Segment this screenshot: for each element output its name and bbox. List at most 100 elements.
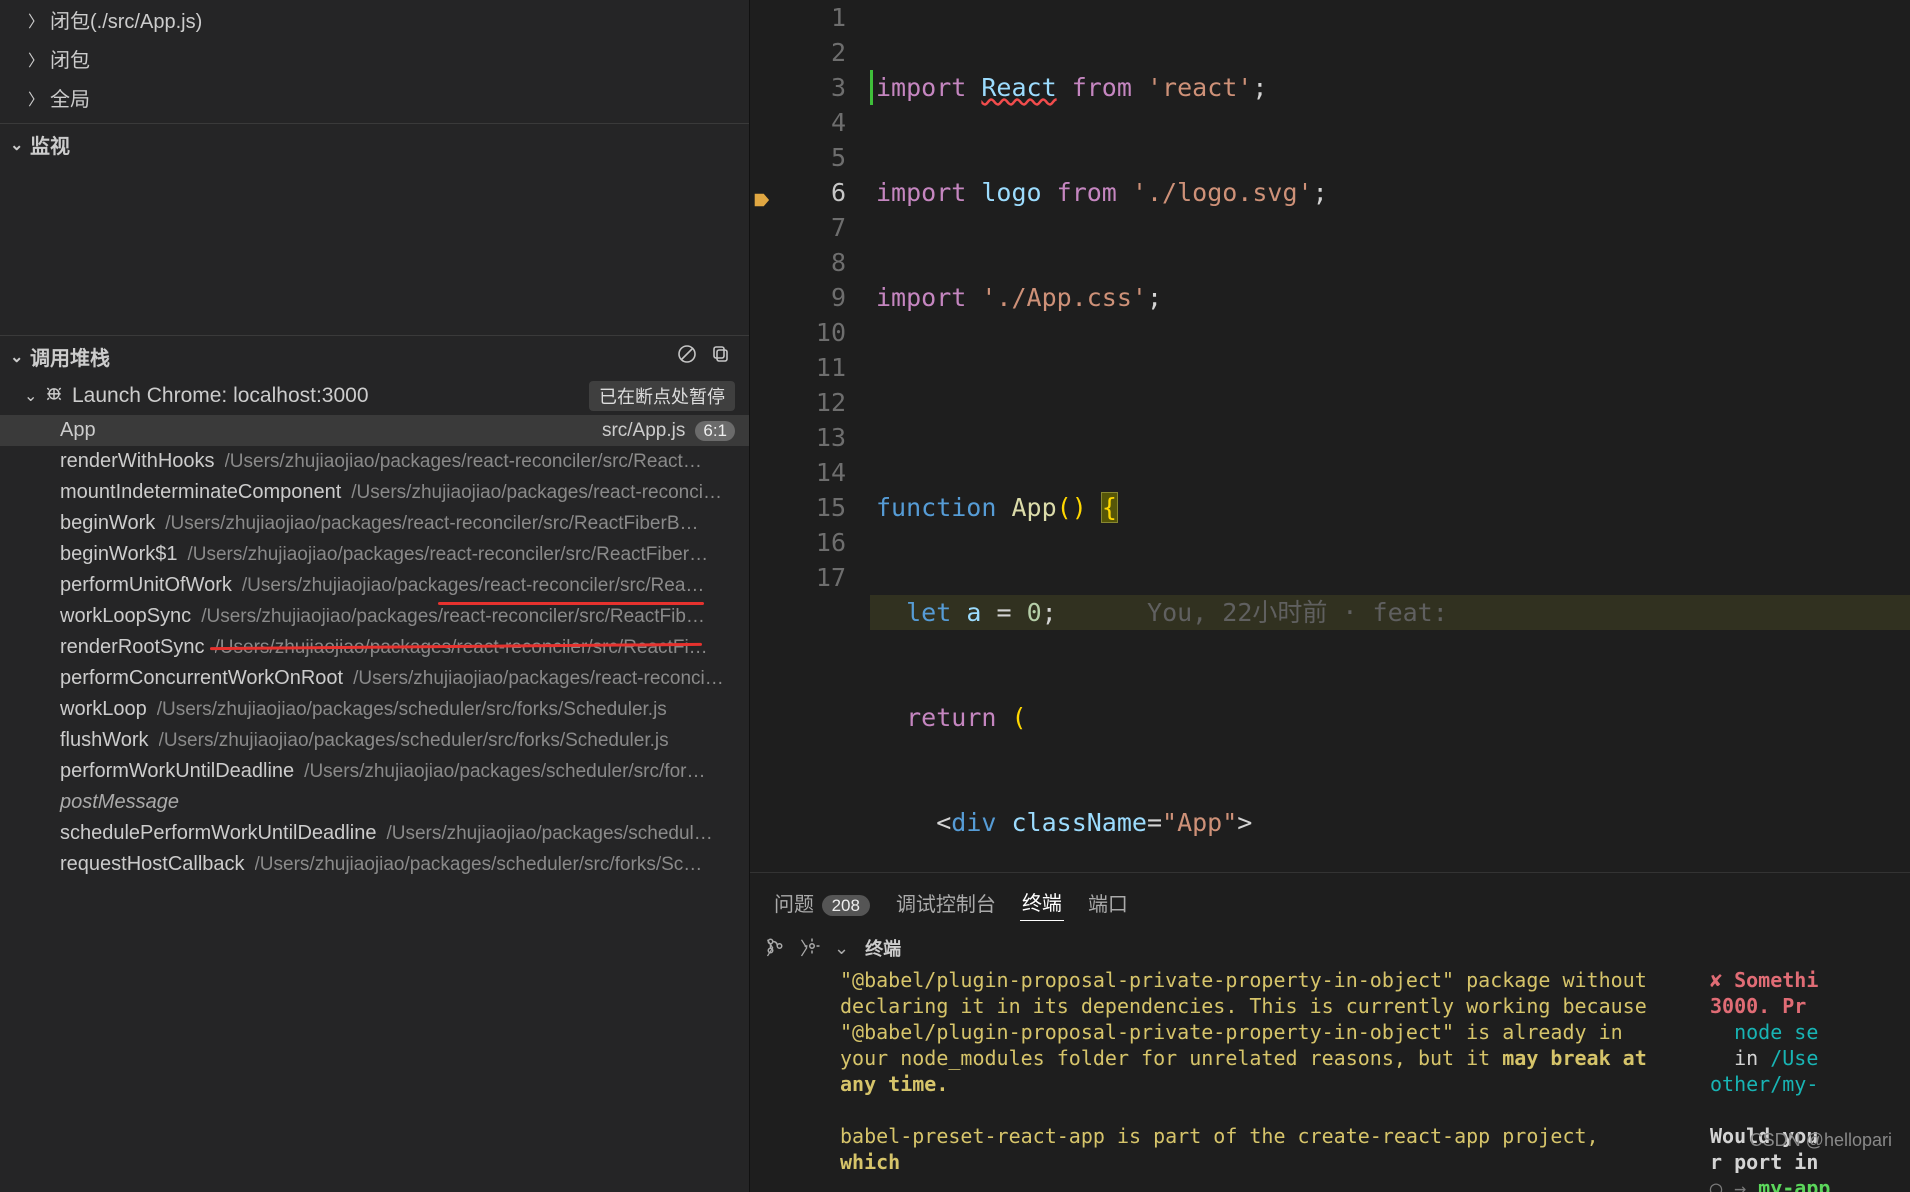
stack-frame[interactable]: mountIndeterminateComponent/Users/zhujia…: [0, 477, 749, 508]
variables-scope-closure[interactable]: 〉 闭包: [0, 39, 749, 78]
line-number: 5: [780, 140, 846, 175]
copy-icon[interactable]: [711, 344, 731, 370]
breakpoint-current-icon[interactable]: [752, 183, 770, 201]
frame-name: beginWork$1: [60, 543, 177, 566]
terminal-body[interactable]: "@babel/plugin-proposal-private-property…: [750, 967, 1910, 1192]
chevron-down-icon: ⌄: [10, 347, 22, 367]
watermark-text: CSDN @hellopari: [1750, 1130, 1892, 1151]
stack-frame[interactable]: renderWithHooks/Users/zhujiaojiao/packag…: [0, 446, 749, 477]
problems-count-badge: 208: [822, 895, 870, 916]
line-number: 14: [780, 455, 846, 490]
frame-name: performConcurrentWorkOnRoot: [60, 667, 343, 690]
stack-frame[interactable]: performConcurrentWorkOnRoot/Users/zhujia…: [0, 663, 749, 694]
chevron-right-icon: 〉: [28, 47, 40, 71]
frame-path: src/App.js: [106, 420, 686, 442]
frame-path: /Users/zhujiaojiao/packages/react-reconc…: [351, 482, 735, 504]
target-icon[interactable]: [803, 939, 821, 959]
chevron-down-icon: ⌄: [24, 386, 36, 406]
line-number: 9: [780, 280, 846, 315]
frame-path: /Users/zhujiaojiao/packages/scheduler/sr…: [255, 854, 735, 876]
tab-ports[interactable]: 端口: [1086, 884, 1130, 921]
thread-status-badge: 已在断点处暂停: [589, 381, 735, 411]
stack-frame[interactable]: schedulePerformWorkUntilDeadline/Users/z…: [0, 818, 749, 849]
stack-frame[interactable]: performWorkUntilDeadline/Users/zhujiaoji…: [0, 756, 749, 787]
panel-bottom: 问题 208 调试控制台 终端 端口 〉 〉 ⌄ 终端 "@babel/plug…: [750, 872, 1910, 1192]
stack-frame[interactable]: beginWork/Users/zhujiaojiao/packages/rea…: [0, 508, 749, 539]
frame-name: renderWithHooks: [60, 450, 215, 473]
forbid-icon[interactable]: [677, 344, 697, 370]
frame-name: beginWork: [60, 512, 155, 535]
stack-frame[interactable]: App src/App.js 6:1: [0, 415, 749, 446]
frame-name: schedulePerformWorkUntilDeadline: [60, 822, 376, 845]
watch-title: 监视: [30, 130, 70, 159]
stack-frame[interactable]: performUnitOfWork/Users/zhujiaojiao/pack…: [0, 570, 749, 601]
frame-path: /Users/zhujiaojiao/packages/react-reconc…: [201, 606, 735, 628]
frame-path: /Users/zhujiaojiao/packages/scheduler/sr…: [157, 699, 735, 721]
tab-problems[interactable]: 问题 208: [772, 884, 872, 921]
thread-label: Launch Chrome: localhost:3000: [72, 384, 369, 408]
scope-label: 全局: [50, 83, 90, 112]
frame-name: requestHostCallback: [60, 853, 245, 876]
stack-frame[interactable]: workLoopSync/Users/zhujiaojiao/packages/…: [0, 601, 749, 632]
frame-location-badge: 6:1: [695, 421, 735, 441]
watch-section: ⌄ 监视: [0, 123, 749, 335]
watch-header[interactable]: ⌄ 监视: [0, 124, 749, 165]
callstack-toolbar: [677, 344, 739, 370]
code-editor[interactable]: 1 2 3 4 5 6 7 8 9 10 11 12 13 14 15 16 1…: [750, 0, 1910, 872]
frame-name: workLoop: [60, 698, 147, 721]
frame-path: /Users/zhujiaojiao/packages/react-reconc…: [165, 513, 735, 535]
frame-path: /Users/zhujiaojiao/packages/scheduler/sr…: [159, 730, 735, 752]
source-control-icon[interactable]: [766, 939, 789, 959]
line-number: 7: [780, 210, 846, 245]
stack-frame[interactable]: flushWork/Users/zhujiaojiao/packages/sch…: [0, 725, 749, 756]
tab-debug-console[interactable]: 调试控制台: [894, 884, 998, 921]
callstack-header[interactable]: ⌄ 调用堆栈: [0, 336, 749, 377]
frame-path: /Users/zhujiaojiao/packages/react-reconc…: [242, 575, 735, 597]
line-number: 10: [780, 315, 846, 350]
chevron-right-icon: 〉: [28, 8, 40, 32]
stack-frame[interactable]: requestHostCallback/Users/zhujiaojiao/pa…: [0, 849, 749, 880]
stack-frame[interactable]: beginWork$1/Users/zhujiaojiao/packages/r…: [0, 539, 749, 570]
variables-scope-closure-file[interactable]: 〉 闭包(./src/App.js): [0, 0, 749, 39]
annotation-underline-1: [438, 602, 704, 605]
terminal-group-label: 终端: [865, 935, 901, 961]
watch-body-empty: [0, 165, 749, 335]
frame-name: postMessage: [60, 791, 179, 814]
right-panel: 1 2 3 4 5 6 7 8 9 10 11 12 13 14 15 16 1…: [750, 0, 1910, 1192]
callstack-title: 调用堆栈: [30, 342, 110, 371]
frame-path: /Users/zhujiaojiao/packages/react-reconc…: [187, 544, 735, 566]
line-number: 2: [780, 35, 846, 70]
line-number: 17: [780, 560, 846, 595]
line-number: 12: [780, 385, 846, 420]
frame-path: /Users/zhujiaojiao/packages/schedul…: [386, 823, 735, 845]
code-content[interactable]: import React from 'react'; import logo f…: [870, 0, 1910, 872]
line-number: 1: [780, 0, 846, 35]
debug-sidebar: 〉 闭包(./src/App.js) 〉 闭包 〉 全局 ⌄ 监视 ⌄ 调用堆栈: [0, 0, 750, 1192]
frame-name: App: [60, 419, 96, 442]
scope-label: 闭包: [50, 44, 90, 73]
terminal-toolbar: 〉 〉 ⌄ 终端: [750, 931, 1910, 967]
line-number: 8: [780, 245, 846, 280]
frame-path: /Users/zhujiaojiao/packages/react-reconc…: [225, 451, 735, 473]
frame-path: /Users/zhujiaojiao/packages/react-reconc…: [353, 668, 735, 690]
chevron-down-icon[interactable]: ⌄: [834, 938, 849, 959]
frame-name: workLoopSync: [60, 605, 191, 628]
variables-section: 〉 闭包(./src/App.js) 〉 闭包 〉 全局: [0, 0, 749, 117]
chevron-down-icon: ⌄: [10, 135, 22, 155]
stack-frame[interactable]: postMessage: [0, 787, 749, 818]
tab-label: 问题: [774, 894, 814, 916]
line-number: 11: [780, 350, 846, 385]
breakpoint-gutter[interactable]: [750, 0, 780, 872]
callstack-section: ⌄ 调用堆栈 ⌄ Launch Chrome: localhost:3000 已…: [0, 335, 749, 1192]
stack-frame[interactable]: workLoop/Users/zhujiaojiao/packages/sche…: [0, 694, 749, 725]
terminal-pane-left[interactable]: "@babel/plugin-proposal-private-property…: [840, 967, 1670, 1182]
line-number: 15: [780, 490, 846, 525]
line-number: 3: [780, 70, 846, 105]
line-number: 13: [780, 420, 846, 455]
thread-row[interactable]: ⌄ Launch Chrome: localhost:3000 已在断点处暂停: [0, 377, 749, 415]
frame-name: flushWork: [60, 729, 149, 752]
tab-terminal[interactable]: 终端: [1020, 883, 1064, 921]
variables-scope-global[interactable]: 〉 全局: [0, 78, 749, 117]
frame-name: renderRootSync: [60, 636, 205, 659]
line-number: 6: [780, 175, 846, 210]
